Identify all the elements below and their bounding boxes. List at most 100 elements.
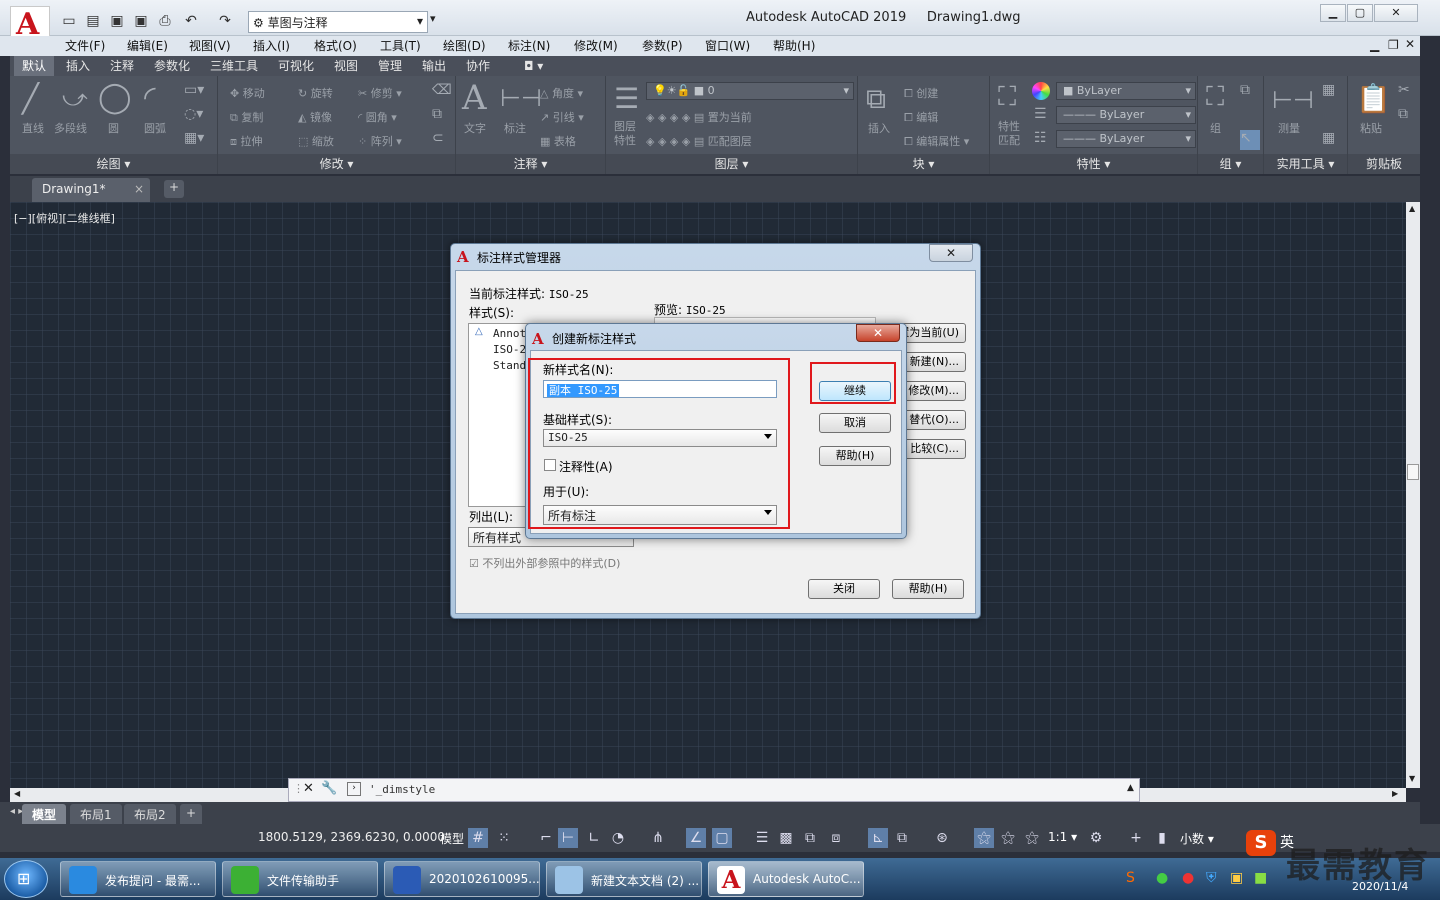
add-layout-button[interactable]: + [180,804,203,824]
edit-attributes-tool[interactable]: ⧠ 编辑属性 ▾ [904,133,969,149]
tray-app-icon[interactable]: ● [1182,870,1194,886]
tab-layout1[interactable]: 布局1 [70,804,122,824]
angle-dim-tool[interactable]: △ 角度 ▾ [540,85,583,101]
tab-3d-tools[interactable]: 三维工具 [202,56,266,76]
close-icon[interactable]: ✕ [303,781,314,796]
object-snap-icon[interactable]: ▢ [712,828,732,848]
menu-tools[interactable]: 工具(T) [380,36,421,56]
offset-icon[interactable]: ⊂ [432,130,444,146]
scroll-down-icon[interactable]: ▼ [1409,774,1415,783]
close-dialog-button[interactable]: 关闭 [808,579,880,599]
line-icon[interactable]: ╱ [22,82,39,115]
copy-tool[interactable]: ⧉ 复制 [230,109,263,125]
ungroup-icon[interactable]: ⧉ [1240,82,1250,98]
task-word[interactable]: 2020102610095... [384,861,540,897]
redo-icon[interactable]: ↷ [216,12,234,30]
text-icon[interactable]: A [462,78,487,118]
paste-tool-label[interactable]: 粘贴 [1360,120,1382,136]
dimension-icon[interactable]: ⊢⊣ [500,84,542,112]
menu-view[interactable]: 视图(V) [189,36,231,56]
text-tool-label[interactable]: 文字 [464,120,486,136]
menu-help[interactable]: 帮助(H) [773,36,815,56]
group-icon[interactable]: ⛶ [1206,82,1224,113]
tab-layout2[interactable]: 布局2 [124,804,176,824]
transparency-icon[interactable]: ▩ [776,828,796,848]
scroll-left-icon[interactable]: ◀ [14,789,20,798]
new-tab-button[interactable]: + [164,180,184,198]
menu-modify[interactable]: 修改(M) [574,36,618,56]
doc-restore-icon[interactable]: ❐ [1388,38,1399,52]
rectangle-icon[interactable]: ▭▾ [184,82,204,98]
tab-collaborate[interactable]: 协作 [458,56,498,76]
object-snap-tracking-icon[interactable]: ∠ [686,828,706,848]
trim-tool[interactable]: ✂ 修剪 ▾ [358,85,402,101]
list-item[interactable]: Stand [493,359,526,372]
doc-tab-drawing1[interactable]: Drawing1* × [32,178,150,202]
save-as-icon[interactable]: ▣ [132,12,150,30]
dynamic-input-icon[interactable]: ⊢ [558,828,578,848]
match-properties-icon[interactable]: ⛶ [998,82,1016,113]
line-tool-label[interactable]: 直线 [22,120,44,136]
infer-icon[interactable]: ⌐ [536,828,556,848]
task-notepad[interactable]: 新建文本文档 (2) ... [546,861,702,897]
table-tool[interactable]: ▦ 表格 [540,133,576,149]
save-icon[interactable]: ▣ [108,12,126,30]
polar-icon[interactable]: ◔ [608,828,628,848]
layer-properties-icon[interactable]: ☰ [614,82,639,115]
snap-icon[interactable]: ⁙ [494,828,514,848]
panel-utilities-title[interactable]: 实用工具 ▾ [1264,154,1347,174]
help-button[interactable]: 帮助(H) [819,446,891,466]
stretch-tool[interactable]: ⧈ 拉伸 [230,133,263,149]
undo-icon[interactable]: ↶ [182,12,200,30]
tab-model[interactable]: 模型 [22,804,67,824]
select-all-icon[interactable]: ▦ [1322,130,1335,146]
tab-annotate[interactable]: 注释 [102,56,142,76]
start-button[interactable]: ⊞ [4,860,48,898]
panel-draw-title[interactable]: 绘图 ▾ [10,154,217,174]
menu-file[interactable]: 文件(F) [65,36,105,56]
layer-properties-label[interactable]: 图层特性 [614,120,642,148]
menu-window[interactable]: 窗口(W) [705,36,750,56]
task-wechat[interactable]: 文件传输助手 [222,861,378,897]
hatch-icon[interactable]: ◌▾ [184,106,203,122]
arc-icon[interactable]: ◜ [144,80,156,115]
doc-close-icon[interactable]: ✕ [1405,37,1415,51]
auto-scale-icon[interactable]: ⚝ [998,828,1018,848]
annotation-scale-dropdown[interactable]: 1:1 ▾ [1048,830,1077,844]
rotate-tool[interactable]: ↻ 旋转 [298,85,333,101]
application-menu-button[interactable]: A [10,6,50,42]
measure-tool-label[interactable]: 测量 [1278,120,1300,136]
tab-view[interactable]: 视图 [326,56,366,76]
layer-dropdown[interactable]: 💡☀🔓 ■ 0 ▾ [646,82,854,100]
dialog-close-button[interactable]: ✕ [856,324,900,342]
close-icon[interactable]: × [134,182,144,196]
customize-qat-icon[interactable]: ▾ [430,12,444,32]
edit-block-tool[interactable]: ⧠ 编辑 [904,109,938,125]
command-line[interactable]: ⋮ ✕ 🔧 › '_dimstyle ▲ [288,778,1140,802]
dynamic-ucs-icon[interactable]: ⊾ [868,828,888,848]
list-item[interactable]: ISO-2 [493,343,526,356]
tab-parametric[interactable]: 参数化 [146,56,198,76]
menu-draw[interactable]: 绘图(D) [443,36,486,56]
explode-icon[interactable]: ⧉ [432,106,442,122]
workspace-select[interactable]: ⚙ 草图与注释 ▾ [248,11,428,33]
help-button[interactable]: 帮助(H) [892,579,964,599]
fillet-tool[interactable]: ◜ 圆角 ▾ [358,109,397,125]
color-dropdown[interactable]: ■ ByLayer ▾ [1056,82,1196,100]
minimize-button[interactable]: ▁ [1320,4,1346,22]
selection-cycling-icon[interactable]: ⧉ [800,828,820,848]
network-icon[interactable]: ▣ [1230,870,1243,886]
move-tool[interactable]: ✥ 移动 [230,85,265,101]
group-select-icon[interactable]: ↖ [1240,130,1260,150]
wechat-tray-icon[interactable]: ● [1156,870,1168,886]
open-file-icon[interactable]: ▤ [84,12,102,30]
arc-tool-label[interactable]: 圆弧 [144,120,166,136]
layer-tools-row2[interactable]: ◈ ◈ ◈ ◈ ▤ 匹配图层 [646,133,752,149]
dimension-tool-label[interactable]: 标注 [504,120,526,136]
3d-osnap-icon[interactable]: ⧈ [826,828,846,848]
copy-clip-icon[interactable]: ⧉ [1398,106,1408,122]
color-wheel-icon[interactable] [1032,82,1050,100]
dialog-close-button[interactable]: ✕ [929,244,973,262]
tab-visualize[interactable]: 可视化 [270,56,322,76]
tab-insert[interactable]: 插入 [58,56,98,76]
